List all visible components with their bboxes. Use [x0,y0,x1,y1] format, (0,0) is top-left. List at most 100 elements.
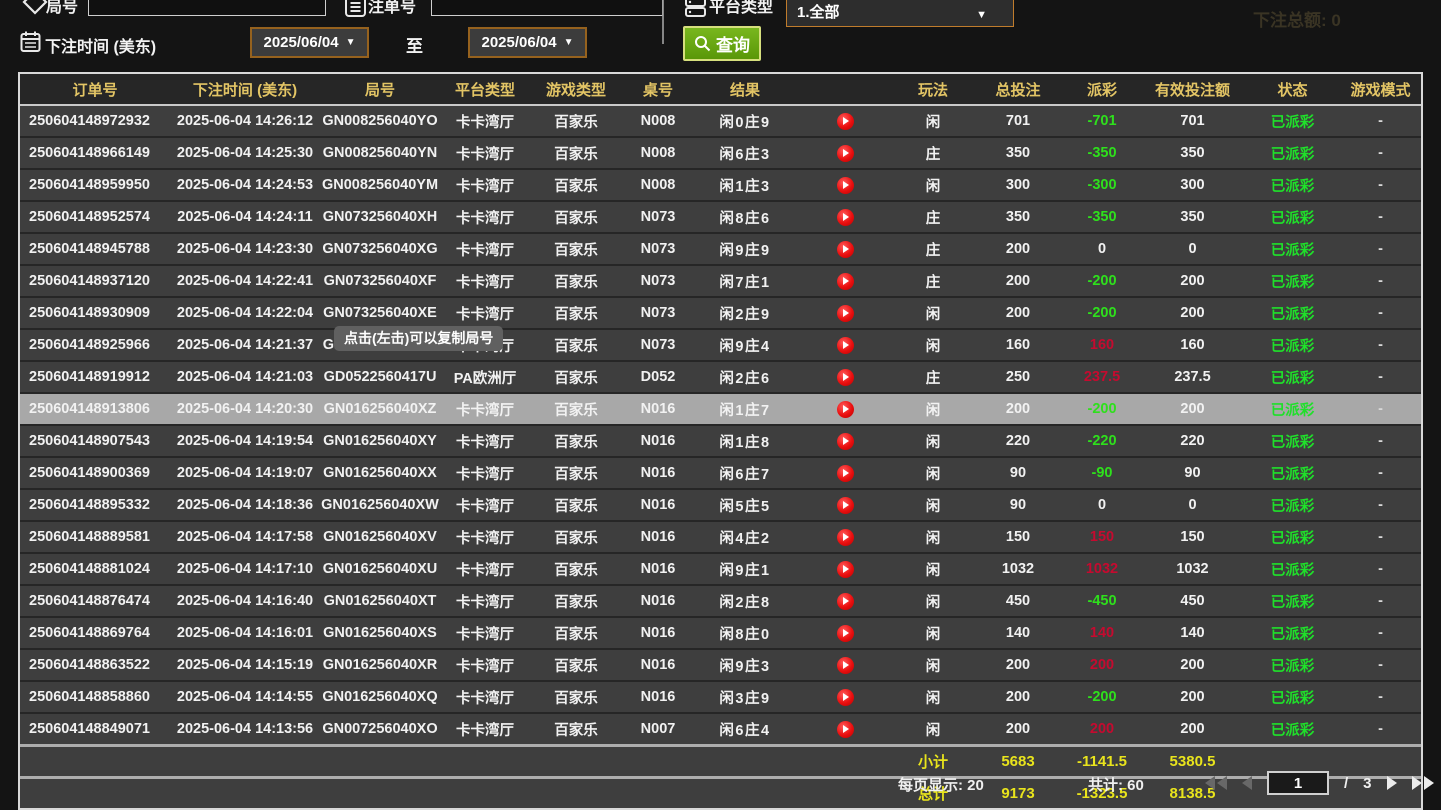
current-page-input[interactable]: 1 [1267,771,1329,795]
cell-round-id[interactable]: GN016256040XV [320,521,440,553]
column-header-5: 桌号 [622,74,694,105]
table-row[interactable]: 250604148895332 2025-06-04 14:18:36 GN01… [20,489,1421,521]
table-row[interactable]: 250604148900369 2025-06-04 14:19:07 GN01… [20,457,1421,489]
date-to-picker[interactable]: 2025/06/04 ▼ [468,27,587,58]
play-video-icon[interactable] [837,465,854,482]
play-video-icon[interactable] [837,145,854,162]
date-range-to-label: 至 [406,32,423,57]
play-video-icon[interactable] [837,529,854,546]
play-video-icon[interactable] [837,337,854,354]
cell-round-id[interactable]: GN008256040YN [320,137,440,169]
first-page-button[interactable] [1205,776,1227,790]
cell-game-mode: - [1340,713,1421,746]
cell-status: 已派彩 [1245,105,1340,137]
table-row[interactable]: 250604148972932 2025-06-04 14:26:12 GN00… [20,105,1421,137]
cell-status: 已派彩 [1245,713,1340,746]
last-page-button[interactable] [1412,776,1434,790]
total-count-label: 共计: 60 [1088,774,1144,795]
query-button[interactable]: 查询 [683,26,761,61]
table-row[interactable]: 250604148945788 2025-06-04 14:23:30 GN07… [20,233,1421,265]
cell-round-id[interactable]: GN016256040XX [320,457,440,489]
cell-result: 闲2庄6 [694,361,796,393]
play-video-icon[interactable] [837,721,854,738]
table-row[interactable]: 250604148959950 2025-06-04 14:24:53 GN00… [20,169,1421,201]
cell-payout: 150 [1064,521,1140,553]
play-video-icon[interactable] [837,497,854,514]
play-video-icon[interactable] [837,433,854,450]
cell-round-id[interactable]: GN073256040XF [320,265,440,297]
table-row[interactable]: 250604148869764 2025-06-04 14:16:01 GN01… [20,617,1421,649]
table-row[interactable]: 250604148881024 2025-06-04 14:17:10 GN01… [20,553,1421,585]
play-video-icon[interactable] [837,305,854,322]
play-video-icon[interactable] [837,657,854,674]
cell-order-id: 250604148925966 [20,329,170,361]
play-video-icon[interactable] [837,401,854,418]
table-row[interactable]: 250604148889581 2025-06-04 14:17:58 GN01… [20,521,1421,553]
per-page-label: 每页显示: 20 [898,774,984,795]
cell-round-id[interactable]: GN073256040XG [320,233,440,265]
cell-round-id[interactable]: GN008256040YM [320,169,440,201]
table-row[interactable]: 250604148966149 2025-06-04 14:25:30 GN00… [20,137,1421,169]
play-video-icon[interactable] [837,369,854,386]
table-row[interactable]: 250604148849071 2025-06-04 14:13:56 GN00… [20,713,1421,746]
play-video-icon[interactable] [837,209,854,226]
cell-round-id[interactable]: GN008256040YO [320,105,440,137]
cell-game-type: 百家乐 [530,201,622,233]
cell-game-type: 百家乐 [530,169,622,201]
cell-platform: 卡卡湾厅 [440,169,530,201]
round-id-input[interactable] [88,0,326,16]
play-video-icon[interactable] [837,561,854,578]
order-id-input[interactable] [431,0,663,16]
table-row[interactable]: 250604148858860 2025-06-04 14:14:55 GN01… [20,681,1421,713]
play-video-icon[interactable] [837,625,854,642]
platform-type-select[interactable]: 1.全部 ▼ [786,0,1014,27]
table-row[interactable]: 250604148937120 2025-06-04 14:22:41 GN07… [20,265,1421,297]
cell-video [796,265,894,297]
cell-valid-bet: 220 [1140,425,1245,457]
cell-round-id[interactable]: GN016256040XY [320,425,440,457]
cell-round-id[interactable]: GN016256040XU [320,553,440,585]
table-row[interactable]: 250604148952574 2025-06-04 14:24:11 GN07… [20,201,1421,233]
cell-round-id[interactable]: GN007256040XO [320,713,440,746]
cell-round-id[interactable]: GN016256040XR [320,649,440,681]
cell-total-bet: 450 [972,585,1064,617]
cell-round-id[interactable]: GN016256040XW [320,489,440,521]
play-video-icon[interactable] [837,689,854,706]
cell-video [796,617,894,649]
cell-round-id[interactable]: GN016256040XQ [320,681,440,713]
cell-game-mode: - [1340,553,1421,585]
cell-round-id[interactable]: GN073256040XH [320,201,440,233]
table-row[interactable]: 250604148907543 2025-06-04 14:19:54 GN01… [20,425,1421,457]
date-from-picker[interactable]: 2025/06/04 ▼ [250,27,369,58]
cell-round-id[interactable]: GN016256040XT [320,585,440,617]
cell-status: 已派彩 [1245,489,1340,521]
cell-game-mode: - [1340,169,1421,201]
table-row[interactable]: 250604148930909 2025-06-04 14:22:04 GN07… [20,297,1421,329]
play-video-icon[interactable] [837,241,854,258]
table-row[interactable]: 250604148863522 2025-06-04 14:15:19 GN01… [20,649,1421,681]
next-page-button[interactable] [1387,776,1397,790]
cell-bet-time: 2025-06-04 14:23:30 [170,233,320,265]
cell-table-no: N016 [622,425,694,457]
prev-page-button[interactable] [1242,776,1252,790]
cell-round-id[interactable]: GD0522560417U [320,361,440,393]
cell-table-no: N016 [622,489,694,521]
cell-valid-bet: 200 [1140,297,1245,329]
cell-payout: -450 [1064,585,1140,617]
cell-result: 闲8庄0 [694,617,796,649]
table-row[interactable]: 250604148925966 2025-06-04 14:21:37 GN07… [20,329,1421,361]
cell-video [796,201,894,233]
cell-round-id[interactable]: GN016256040XZ [320,393,440,425]
play-video-icon[interactable] [837,593,854,610]
cell-round-id[interactable]: GN073256040XE [320,297,440,329]
play-video-icon[interactable] [837,113,854,130]
play-video-icon[interactable] [837,177,854,194]
cell-round-id[interactable]: GN016256040XS [320,617,440,649]
cell-order-id: 250604148858860 [20,681,170,713]
table-row[interactable]: 250604148919912 2025-06-04 14:21:03 GD05… [20,361,1421,393]
table-row[interactable]: 250604148876474 2025-06-04 14:16:40 GN01… [20,585,1421,617]
cell-table-no: N073 [622,329,694,361]
cell-game-type: 百家乐 [530,425,622,457]
table-row[interactable]: 250604148913806 2025-06-04 14:20:30 GN01… [20,393,1421,425]
play-video-icon[interactable] [837,273,854,290]
